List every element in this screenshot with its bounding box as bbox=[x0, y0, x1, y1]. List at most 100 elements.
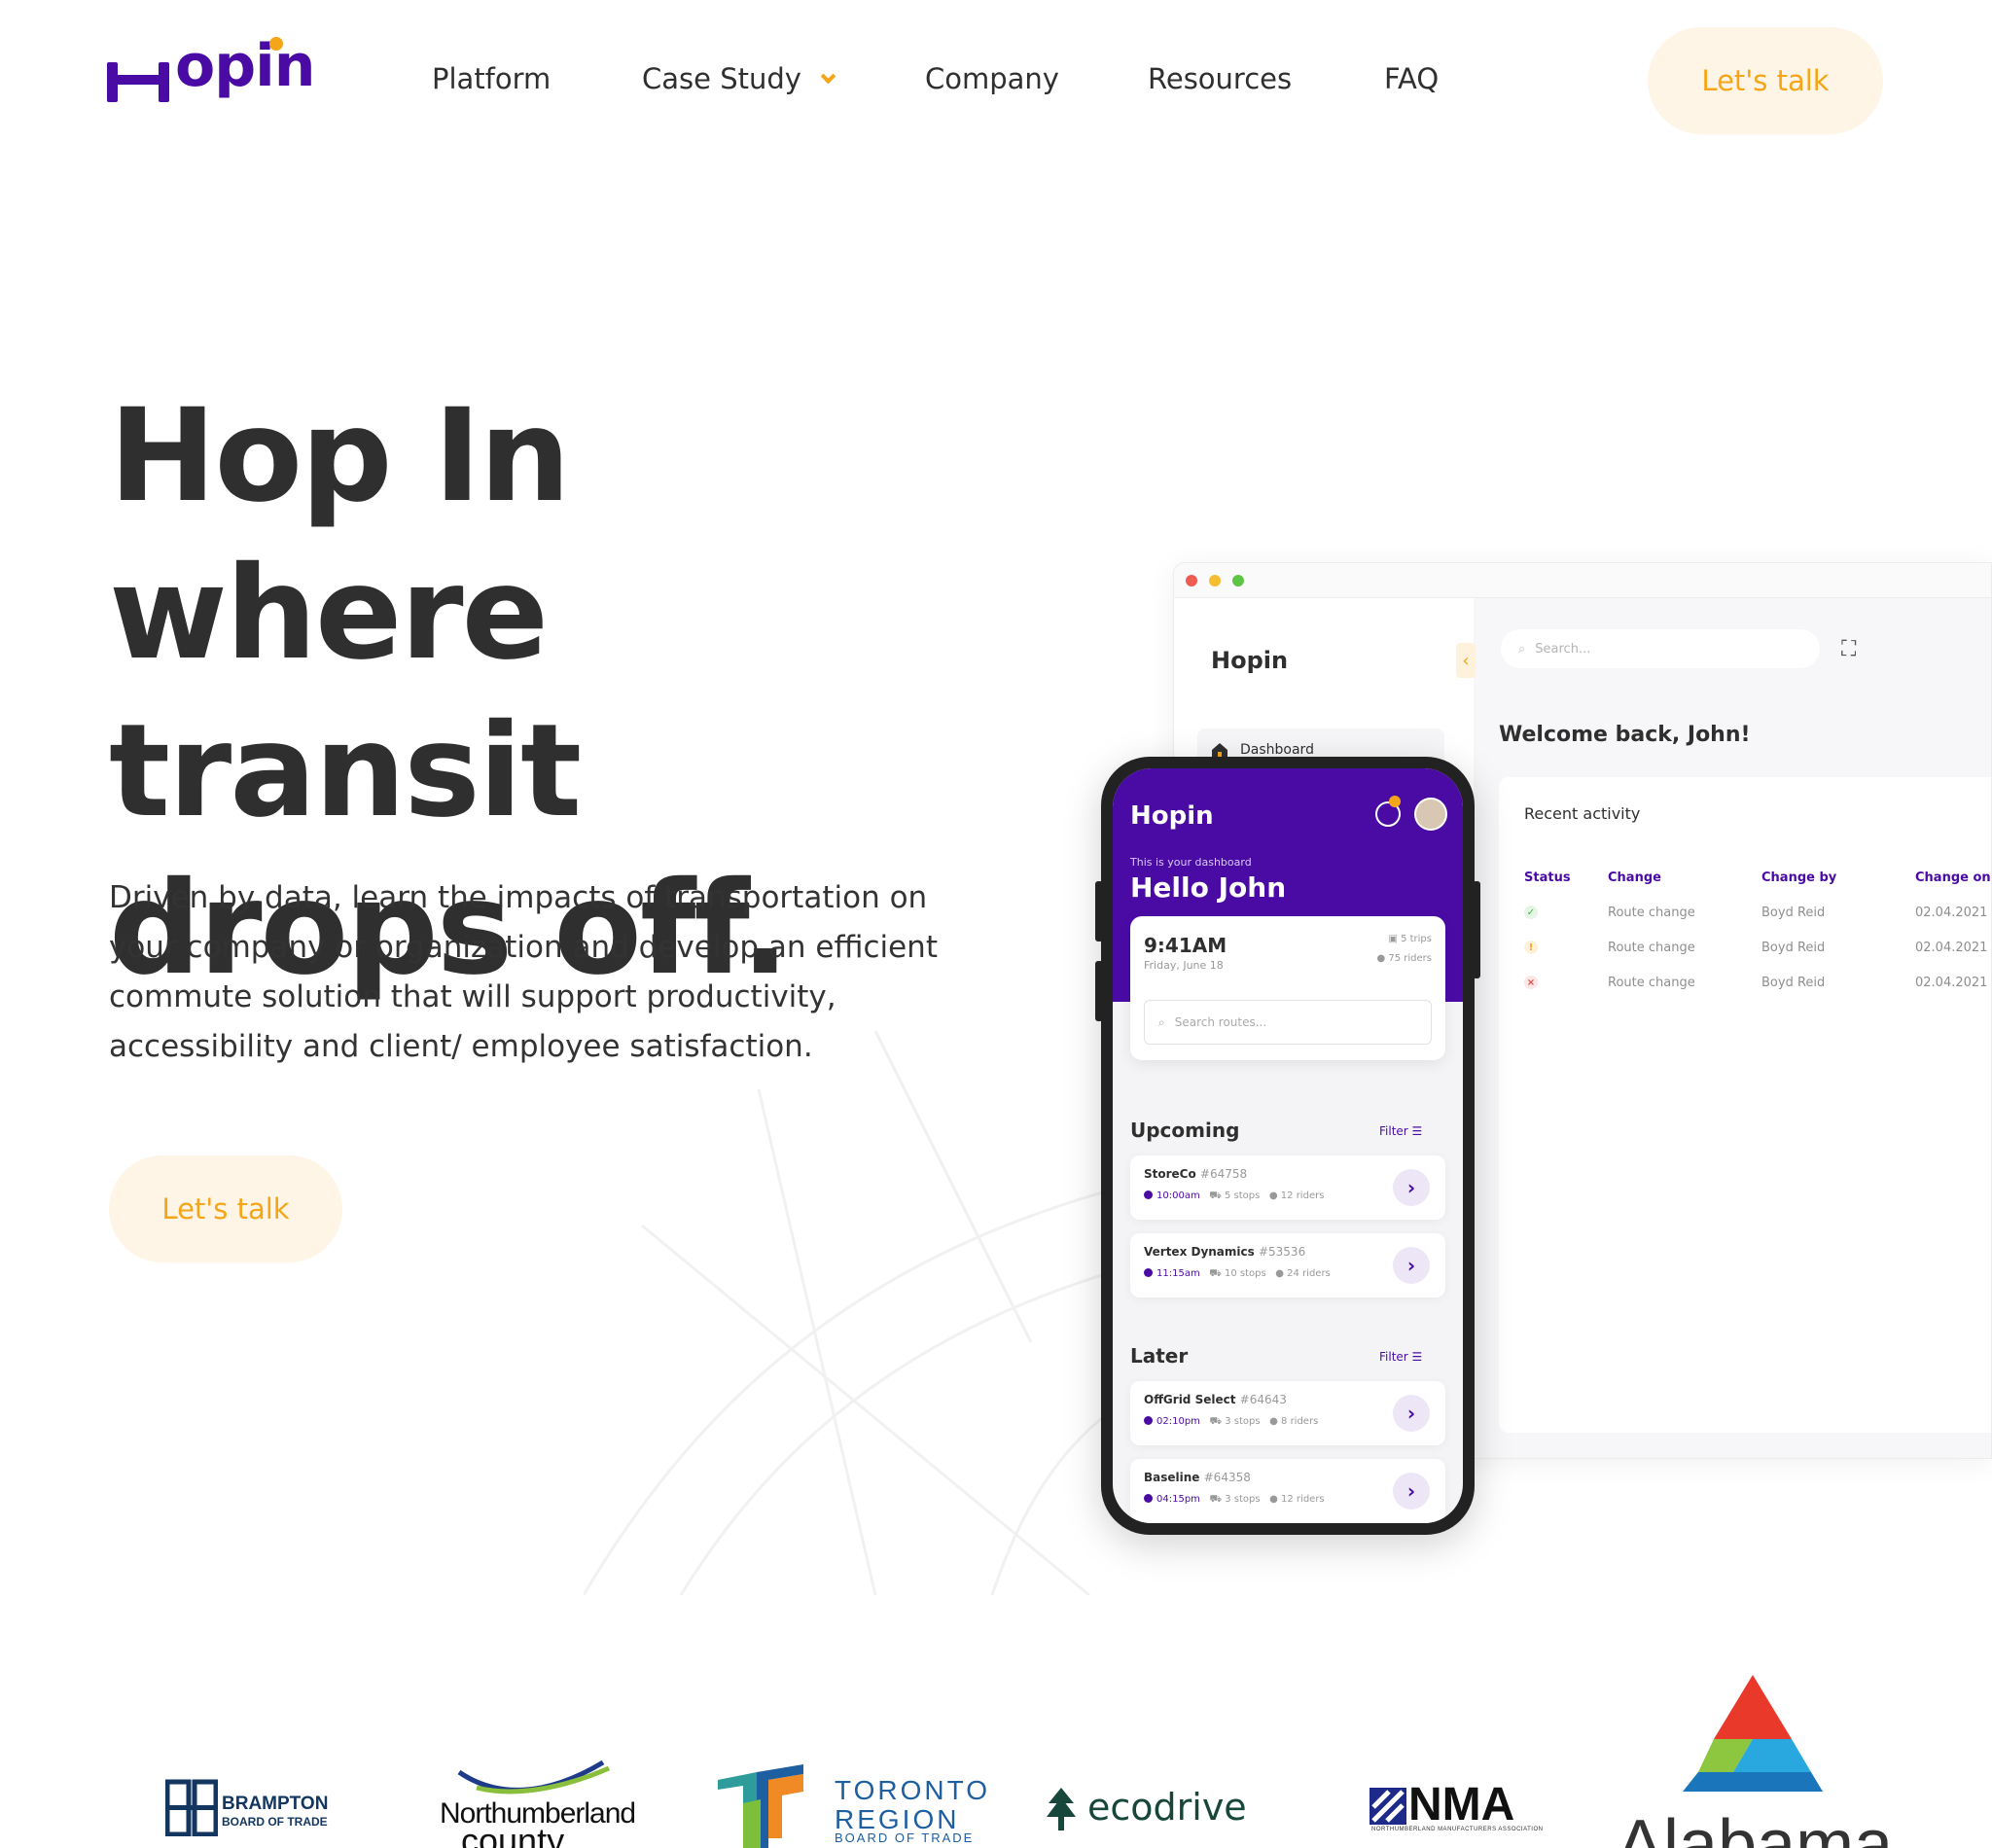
trip-card[interactable]: OffGrid Select #64643 02:10pm ⛟ 3 stops … bbox=[1130, 1381, 1445, 1445]
trip-card[interactable]: Baseline #64358 04:15pm ⛟ 3 stops ● 12 r… bbox=[1130, 1459, 1445, 1523]
sliders-icon: ☰ bbox=[1411, 1350, 1423, 1364]
recent-activity-card: Recent activity Status Change Change by … bbox=[1499, 777, 1991, 1433]
trip-card[interactable]: Vertex Dynamics #53536 11:15am ⛟ 10 stop… bbox=[1130, 1233, 1445, 1297]
notification-badge bbox=[1389, 796, 1401, 807]
col-change-on: Change on bbox=[1915, 871, 1991, 885]
home-icon bbox=[1212, 743, 1227, 758]
sliders-icon: ☰ bbox=[1411, 1124, 1423, 1138]
col-change-by: Change by bbox=[1761, 871, 1837, 885]
summary-card: 9:41AM Friday, June 18 ▣ 5 trips ● 75 ri… bbox=[1130, 916, 1445, 1060]
nma-logo-subtitle: NORTHUMBERLAND MANUFACTURERS ASSOCIATION bbox=[1371, 1827, 1544, 1832]
current-date: Friday, June 18 bbox=[1144, 959, 1224, 972]
trip-name: OffGrid Select bbox=[1144, 1393, 1236, 1406]
nav-case-study[interactable]: Case Study bbox=[642, 62, 836, 95]
trip-riders: 12 riders bbox=[1281, 1494, 1325, 1505]
trip-stops: 3 stops bbox=[1225, 1416, 1261, 1427]
trip-title: Baseline #64358 bbox=[1144, 1471, 1251, 1484]
trip-id: #64358 bbox=[1203, 1471, 1251, 1484]
trip-stops: 3 stops bbox=[1225, 1494, 1261, 1505]
nav-platform[interactable]: Platform bbox=[432, 62, 551, 95]
avatar[interactable] bbox=[1414, 798, 1447, 831]
desktop-logo: Hopin bbox=[1211, 647, 1289, 674]
sidebar-item-label: Dashboard bbox=[1240, 742, 1314, 758]
phone-app-mockup: Hopin This is your dashboard Hello John … bbox=[1095, 757, 1480, 1535]
northumberland-swoosh bbox=[457, 1759, 610, 1795]
northumberland-logo-line2: county bbox=[461, 1821, 565, 1848]
hopin-logo[interactable]: opin bbox=[107, 37, 315, 102]
row-change-on: 02.04.2021 bbox=[1915, 906, 1988, 920]
greeting: Hello John bbox=[1130, 871, 1287, 904]
row-change-on: 02.04.2021 bbox=[1915, 976, 1988, 990]
trip-time: 10:00am bbox=[1156, 1191, 1200, 1201]
trip-info: 10:00am ⛟ 5 stops ● 12 riders bbox=[1144, 1191, 1324, 1203]
brampton-logo-line1: BRAMPTON bbox=[222, 1794, 329, 1814]
status-success-icon: ✓ bbox=[1524, 906, 1538, 919]
nav-company[interactable]: Company bbox=[925, 62, 1059, 95]
later-heading: Later bbox=[1130, 1344, 1189, 1368]
chevron-right-icon[interactable]: › bbox=[1393, 1395, 1430, 1432]
chevron-left-icon[interactable]: ‹ bbox=[1456, 643, 1476, 678]
row-change-by: Boyd Reid bbox=[1761, 941, 1826, 955]
trip-info: 04:15pm ⛟ 3 stops ● 12 riders bbox=[1144, 1494, 1325, 1507]
status-error-icon: × bbox=[1524, 976, 1538, 989]
chevron-right-icon[interactable]: › bbox=[1393, 1247, 1430, 1284]
lets-talk-hero-button[interactable]: Let's talk bbox=[109, 1155, 342, 1262]
brampton-logo-mark bbox=[165, 1779, 218, 1836]
toronto-logo-line3: BOARD OF TRADE bbox=[835, 1830, 975, 1845]
row-change: Route change bbox=[1608, 976, 1695, 990]
row-change: Route change bbox=[1608, 941, 1695, 955]
trip-title: Vertex Dynamics #53536 bbox=[1144, 1245, 1305, 1259]
ecodrive-logo: ecodrive bbox=[1087, 1786, 1247, 1829]
trip-id: #64758 bbox=[1199, 1167, 1248, 1181]
phone-volume-up bbox=[1095, 881, 1103, 942]
alabama-logo-mark bbox=[1683, 1675, 1823, 1792]
trip-title: OffGrid Select #64643 bbox=[1144, 1393, 1287, 1406]
chevron-right-icon[interactable]: › bbox=[1393, 1473, 1430, 1510]
clock-icon bbox=[1144, 1494, 1153, 1503]
fullscreen-icon[interactable]: ⛶ bbox=[1841, 637, 1856, 661]
card-title: Recent activity bbox=[1524, 804, 1641, 823]
status-warning-icon: ! bbox=[1524, 941, 1538, 954]
later-filter-label: Filter bbox=[1379, 1350, 1408, 1364]
trip-info: 11:15am ⛟ 10 stops ● 24 riders bbox=[1144, 1268, 1331, 1281]
alabama-logo: Alabama bbox=[1617, 1806, 1894, 1848]
toronto-logo-line1: TORONTO bbox=[835, 1775, 990, 1805]
col-change: Change bbox=[1608, 871, 1661, 885]
route-search-input[interactable]: ⌕ Search routes... bbox=[1144, 1000, 1432, 1045]
desktop-search-input[interactable]: ⌕ Search... bbox=[1501, 629, 1820, 668]
nma-logo-mark bbox=[1370, 1788, 1406, 1825]
later-filter-button[interactable]: Filter ☰ bbox=[1379, 1350, 1422, 1364]
desktop-search-placeholder: Search... bbox=[1535, 641, 1591, 657]
row-change-by: Boyd Reid bbox=[1761, 976, 1826, 990]
trip-riders: 24 riders bbox=[1287, 1268, 1331, 1279]
phone-power-button bbox=[1473, 881, 1480, 978]
trip-name: Baseline bbox=[1144, 1471, 1200, 1484]
row-change-on: 02.04.2021 bbox=[1915, 941, 1988, 955]
upcoming-filter-label: Filter bbox=[1379, 1124, 1408, 1138]
trip-name: StoreCo bbox=[1144, 1167, 1196, 1181]
row-change-by: Boyd Reid bbox=[1761, 906, 1826, 920]
trip-card[interactable]: StoreCo #64758 10:00am ⛟ 5 stops ● 12 ri… bbox=[1130, 1155, 1445, 1220]
trip-time: 11:15am bbox=[1156, 1268, 1200, 1279]
trip-name: Vertex Dynamics bbox=[1144, 1245, 1255, 1259]
welcome-heading: Welcome back, John! bbox=[1499, 723, 1751, 747]
trip-info: 02:10pm ⛟ 3 stops ● 8 riders bbox=[1144, 1416, 1318, 1429]
person-icon: ● bbox=[1376, 953, 1389, 964]
trip-title: StoreCo #64758 bbox=[1144, 1167, 1247, 1181]
toronto-region-logo-mark bbox=[718, 1764, 803, 1848]
trip-id: #64643 bbox=[1239, 1393, 1287, 1406]
upcoming-filter-button[interactable]: Filter ☰ bbox=[1379, 1124, 1422, 1138]
current-time: 9:41AM bbox=[1144, 934, 1227, 957]
lets-talk-header-button[interactable]: Let's talk bbox=[1648, 27, 1883, 134]
riders-count: ● 75 riders bbox=[1376, 953, 1432, 964]
nav-resources[interactable]: Resources bbox=[1148, 62, 1292, 95]
nav-faq[interactable]: FAQ bbox=[1384, 62, 1439, 95]
phone-volume-down bbox=[1095, 961, 1103, 1021]
brampton-logo-line2: BOARD OF TRADE bbox=[222, 1815, 328, 1829]
window-title-bar bbox=[1174, 563, 1991, 598]
maximize-dot-icon bbox=[1232, 575, 1244, 586]
close-dot-icon bbox=[1186, 575, 1197, 586]
chevron-right-icon[interactable]: › bbox=[1393, 1169, 1430, 1206]
trip-riders: 12 riders bbox=[1280, 1191, 1325, 1201]
trip-stops: 10 stops bbox=[1224, 1268, 1266, 1279]
